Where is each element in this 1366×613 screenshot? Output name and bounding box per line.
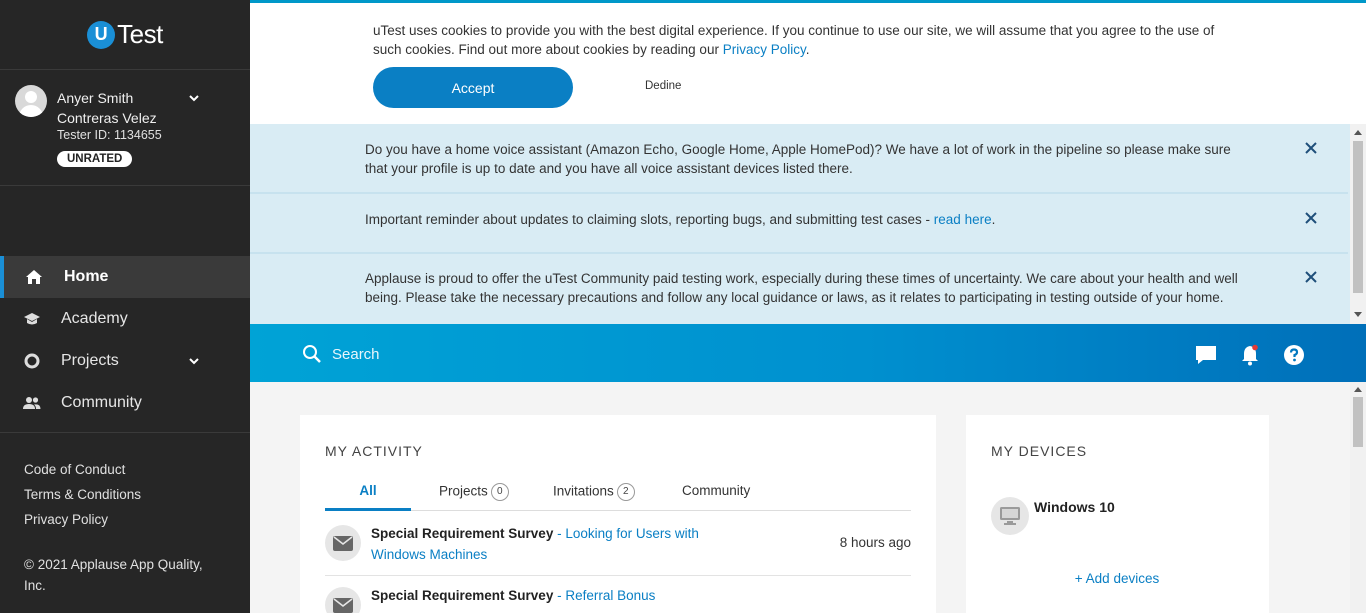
profile-first-name: Anyer Smith — [57, 90, 134, 106]
profile-panel: Anyer Smith Contreras Velez Tester ID: 1… — [0, 70, 250, 186]
nav-label-community: Community — [61, 394, 142, 411]
nav-item-academy[interactable]: Academy — [0, 298, 250, 340]
activity-sep: - — [553, 526, 566, 541]
notices-scrollbar[interactable] — [1350, 124, 1366, 324]
scroll-up-arrow[interactable] — [1354, 387, 1362, 392]
terms-link[interactable]: Terms & Conditions — [24, 482, 250, 507]
activity-time: 8 hours ago — [839, 535, 911, 550]
activity-card: MY ACTIVITY All Projects 0 Invitations 2 C… — [300, 415, 936, 613]
close-icon[interactable] — [1304, 270, 1318, 284]
tab-label: All — [359, 483, 377, 498]
rating-badge: UNRATED — [57, 151, 133, 167]
decline-cookies-button[interactable]: Dedine — [645, 80, 681, 92]
count-badge: 0 — [490, 483, 509, 501]
tab-all[interactable]: All — [325, 483, 411, 511]
graduation-cap-icon — [22, 309, 42, 329]
nav-label-home: Home — [64, 268, 109, 285]
help-icon[interactable] — [1283, 344, 1305, 366]
nav-item-projects[interactable]: Projects — [0, 340, 250, 382]
cookie-banner: uTest uses cookies to provide you with t… — [250, 0, 1366, 124]
profile-name: Anyer Smith Contreras Velez — [57, 88, 157, 128]
devices-title: MY DEVICES — [991, 443, 1088, 459]
nav-label-academy: Academy — [61, 310, 128, 327]
logo-text: Test — [117, 19, 163, 49]
avatar[interactable] — [15, 85, 47, 117]
footer-links: Code of Conduct Terms & Conditions Priva… — [0, 433, 250, 532]
search-input[interactable] — [332, 342, 732, 366]
bell-icon[interactable] — [1239, 344, 1261, 366]
logo-mark: U — [87, 20, 116, 49]
scroll-up-arrow[interactable] — [1354, 130, 1362, 135]
scroll-thumb[interactable] — [1353, 397, 1363, 447]
count-badge: 2 — [616, 483, 635, 501]
notice-text: Important reminder about updates to clai… — [365, 210, 1255, 229]
tab-projects[interactable]: Projects 0 — [439, 483, 509, 511]
copyright: © 2021 Applause App Quality, Inc. — [24, 557, 203, 593]
search-icon[interactable] — [302, 344, 322, 364]
activity-sep: - — [553, 588, 566, 603]
notice-item: Important reminder about updates to clai… — [250, 194, 1348, 254]
nav-item-community[interactable]: Community — [0, 382, 250, 424]
notice-item: Do you have a home voice assistant (Amaz… — [250, 124, 1348, 194]
cookie-privacy-link[interactable]: Privacy Policy — [723, 42, 806, 57]
tab-invitations[interactable]: Invitations 2 — [553, 483, 635, 511]
activity-text: Special Requirement Survey - Referral Bo… — [371, 585, 731, 606]
notice-text: Applause is proud to offer the uTest Com… — [365, 271, 1238, 305]
cookie-period: . — [805, 42, 810, 57]
notice-text: Do you have a home voice assistant (Amaz… — [365, 142, 1231, 176]
tab-label: Invitations — [553, 483, 614, 499]
device-name: Windows 10 — [1034, 499, 1115, 515]
scroll-thumb[interactable] — [1353, 141, 1363, 293]
notice-item: Applause is proud to offer the uTest Com… — [250, 254, 1348, 324]
utest-logo[interactable]: U Test — [0, 0, 250, 70]
nav-item-home[interactable]: Home — [0, 256, 250, 298]
activity-row[interactable]: Special Requirement Survey - Looking for… — [325, 521, 911, 576]
mail-icon — [325, 587, 361, 613]
devices-card: MY DEVICES Windows 10 + Add devices — [966, 415, 1269, 613]
tab-label: Projects — [439, 483, 488, 499]
people-icon — [22, 393, 42, 413]
notice-message: Important reminder about updates to clai… — [365, 212, 934, 227]
home-icon — [24, 267, 44, 287]
cookie-text: uTest uses cookies to provide you with t… — [373, 21, 1233, 59]
read-here-link[interactable]: read here — [934, 212, 992, 227]
activity-text: Special Requirement Survey - Looking for… — [371, 523, 731, 565]
notice-period: . — [991, 212, 996, 227]
tester-id: Tester ID: 1134655 — [57, 128, 162, 142]
activity-tabs: All Projects 0 Invitations 2 Community — [325, 483, 911, 511]
close-icon[interactable] — [1304, 141, 1318, 155]
activity-row[interactable]: Special Requirement Survey - Referral Bo… — [325, 583, 911, 613]
chevron-down-icon[interactable] — [188, 355, 200, 367]
search-bar — [250, 324, 1366, 382]
dashboard-content: MY ACTIVITY All Projects 0 Invitations 2 C… — [250, 382, 1366, 613]
activity-title: MY ACTIVITY — [325, 443, 423, 459]
privacy-policy-link[interactable]: Privacy Policy — [24, 507, 250, 532]
notices-panel: Do you have a home voice assistant (Amaz… — [250, 124, 1366, 324]
chat-icon[interactable] — [1195, 344, 1217, 366]
chevron-down-icon[interactable] — [188, 92, 200, 104]
activity-link[interactable]: Referral Bonus — [565, 588, 655, 603]
activity-title-text: Special Requirement Survey — [371, 526, 554, 541]
code-of-conduct-link[interactable]: Code of Conduct — [24, 457, 250, 482]
nav-label-projects: Projects — [61, 352, 119, 369]
sidebar: U Test Anyer Smith Contreras Velez Teste… — [0, 0, 250, 613]
monitor-icon — [991, 497, 1029, 535]
page-scrollbar[interactable] — [1350, 382, 1366, 613]
scroll-down-arrow[interactable] — [1354, 312, 1362, 317]
tab-community[interactable]: Community — [682, 483, 750, 511]
nav-list: Home Academy Projects Community — [0, 256, 250, 424]
profile-last-name: Contreras Velez — [57, 110, 157, 126]
add-devices-link[interactable]: + Add devices — [966, 571, 1268, 586]
main-area: uTest uses cookies to provide you with t… — [250, 0, 1366, 613]
close-icon[interactable] — [1304, 211, 1318, 225]
tab-label: Community — [682, 483, 751, 498]
activity-title-text: Special Requirement Survey — [371, 588, 554, 603]
accept-cookies-button[interactable]: Accept — [373, 67, 573, 108]
mail-icon — [325, 525, 361, 561]
circle-icon — [22, 351, 42, 371]
